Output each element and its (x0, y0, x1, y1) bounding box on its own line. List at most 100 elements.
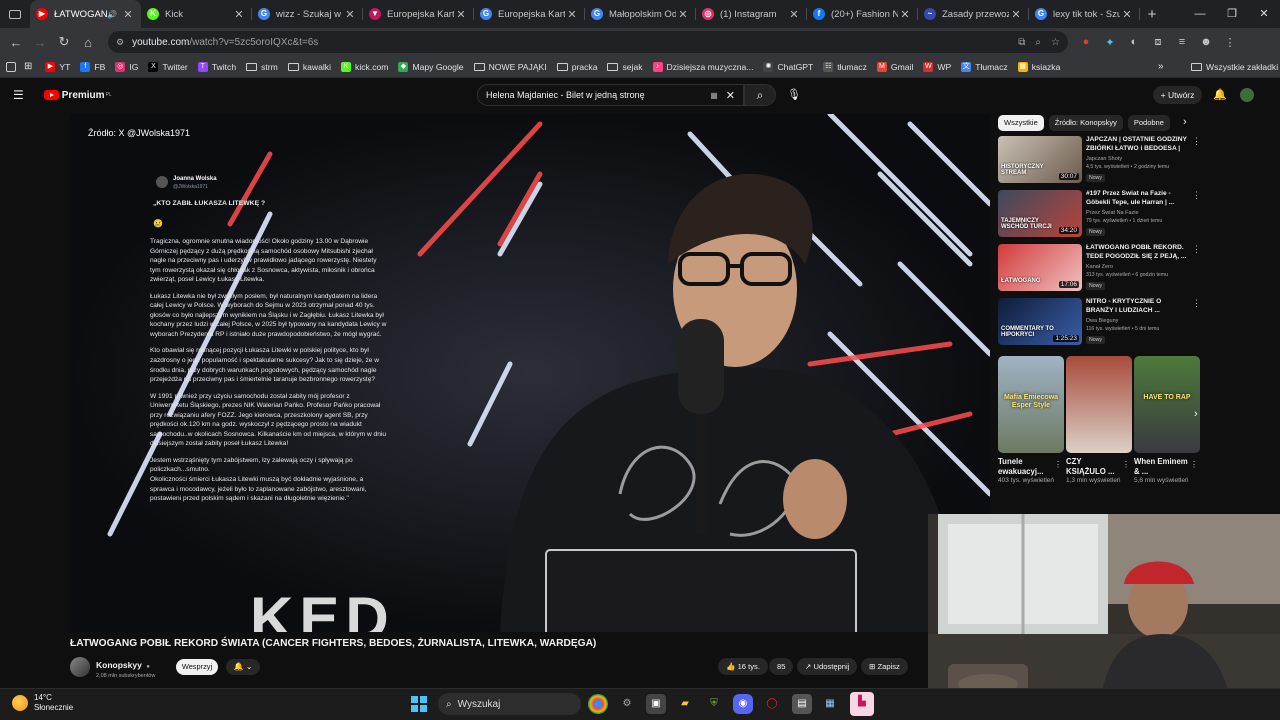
channel-name-wrap[interactable]: Konopskyy ● (96, 655, 155, 673)
subscription-bell-button[interactable]: 🔔 ⌄ (226, 659, 260, 675)
short-video[interactable]: CZY KSIĄŻULO ... 1,3 mln wyświetleń ⋮ (1066, 356, 1132, 485)
record-extension-icon[interactable]: ● (1074, 36, 1098, 49)
more-actions-icon[interactable]: ⋮ (1190, 460, 1198, 469)
video-title[interactable]: #197 Przez Świat na Fazie - Göbekli Tepe… (1086, 190, 1188, 207)
new-tab-button[interactable]: + (1140, 6, 1164, 23)
more-actions-icon[interactable]: ⋮ (1122, 460, 1130, 469)
tab-search-button[interactable] (0, 9, 30, 19)
bookmark-gmail[interactable]: M Gmail (872, 61, 918, 72)
home-icon[interactable]: ⌂ (76, 35, 100, 50)
browser-tab[interactable]: ▼ Europejska Karta ✕ (363, 0, 474, 28)
more-actions-icon[interactable]: ⋮ (1192, 190, 1201, 201)
profile-icon[interactable]: ☻ (1194, 36, 1218, 49)
bookmark-dzisiejsza-muzyczna-[interactable]: ♪ Dzisiejsza muzyczna... (648, 61, 759, 72)
save-button[interactable]: ⊞ Zapisz (861, 658, 908, 675)
app-icon[interactable]: ▤ (792, 694, 812, 714)
short-title[interactable]: Tunele ewakuacyj... (998, 457, 1054, 477)
bookmark-yt[interactable]: ▶ YT (40, 61, 75, 72)
chip-1[interactable]: Źródło: Konopskyy (1048, 115, 1123, 131)
youtube-logo[interactable]: Premium PL (34, 90, 112, 101)
video-thumbnail[interactable]: COMMENTARY TO HIPOKRYCI 1:25:23 (998, 298, 1082, 345)
channel-name[interactable]: Kanał Zero (1086, 264, 1113, 270)
chip-2[interactable]: Podobne (1127, 115, 1170, 131)
app-icon-2[interactable]: ▦ (820, 694, 840, 714)
channel-avatar[interactable] (70, 657, 90, 677)
recommended-video[interactable]: COMMENTARY TO HIPOKRYCI 1:25:23 NITRO - KR… (998, 298, 1201, 348)
back-icon[interactable]: ← (4, 35, 28, 50)
tab-close-icon[interactable]: ✕ (232, 8, 246, 21)
browser-tab[interactable]: ~ Zasady przewozu✕ (918, 0, 1029, 28)
short-title[interactable]: When Eminem & ... (1134, 457, 1190, 477)
browser-tab[interactable]: ▶ ŁATWOGANG🔊 ✕ (30, 0, 141, 28)
apps-grid-icon[interactable]: ⊞ (24, 61, 32, 72)
recommended-video[interactable]: TAJEMNICZY WSCHÓD TURCJI 34:20 #197 Przez … (998, 190, 1201, 240)
bookmark-nowe-paj-ki[interactable]: NOWE PAJĄKI (469, 62, 552, 72)
browser-tab[interactable]: Gwizz - Szukaj w Go✕ (252, 0, 363, 28)
chips-next-icon[interactable]: › (1183, 116, 1187, 128)
tab-close-icon[interactable]: ✕ (454, 8, 468, 21)
browser-tab[interactable]: G Małopolskim Odd ✕ (585, 0, 696, 28)
short-thumbnail[interactable]: HAVE TO RAP (1134, 356, 1200, 453)
bookmark-fb[interactable]: f FB (75, 61, 110, 72)
browser-tab[interactable]: G Europejska Karta ✕ (474, 0, 585, 28)
more-actions-icon[interactable]: ⋮ (1054, 460, 1062, 469)
clear-search-icon[interactable]: ✕ (726, 89, 735, 102)
channel-name[interactable]: Dwa Bieguny (1086, 318, 1118, 324)
photos-app-icon[interactable]: ▣ (646, 694, 666, 714)
extension-icon[interactable]: ✦ (1098, 36, 1122, 49)
recommended-video[interactable]: ŁATWOGANG 17:06 ŁATWOGANG POBIŁ REKORD. TE… (998, 244, 1201, 294)
close-window-icon[interactable]: ✕ (1248, 0, 1280, 28)
recommended-video[interactable]: HISTORYCZNY STREAM 30:07 JAPCZAN | OSTATNI… (998, 136, 1201, 186)
minimize-icon[interactable]: — (1184, 0, 1216, 28)
tab-close-icon[interactable]: ✕ (1009, 8, 1023, 21)
shorts-next-icon[interactable]: › (1194, 408, 1198, 420)
create-button[interactable]: + Utwórz (1153, 86, 1202, 104)
bookmark-t-umacz[interactable]: 文 Tłumacz (956, 61, 1012, 72)
vpn-extension-icon[interactable]: ◐ (1122, 36, 1146, 49)
taskbar-search[interactable]: ⌕ Wyszukaj (438, 693, 581, 715)
keyboard-icon[interactable]: ▦ (710, 91, 718, 100)
weather-widget[interactable]: 14°C Słonecznie (12, 693, 73, 713)
snipping-tool-icon[interactable]: ▙ (850, 692, 874, 716)
forward-icon[interactable]: → (28, 35, 52, 50)
reload-icon[interactable]: ↻ (52, 34, 76, 50)
like-button[interactable]: 👍 16 tys. (718, 658, 768, 675)
address-bar[interactable]: ⚙ youtube.com/watch?v=5zc5oroIQXc&t=6s ⧉… (108, 31, 1068, 53)
bookmark-t-umacz[interactable]: ☷ tłumacz (818, 61, 872, 72)
opera-icon[interactable]: ◯ (762, 694, 782, 714)
bookmark-ig[interactable]: ◎ IG (110, 61, 143, 72)
short-title[interactable]: CZY KSIĄŻULO ... (1066, 457, 1122, 477)
bookmark-ksiazka[interactable]: ▦ ksiazka (1013, 61, 1066, 72)
tab-close-icon[interactable]: ✕ (676, 8, 690, 21)
bookmark-kawalki[interactable]: kawalki (283, 62, 336, 72)
file-explorer-icon[interactable]: ▰ (675, 694, 695, 714)
chrome-icon[interactable] (588, 694, 608, 714)
tab-close-icon[interactable]: ✕ (898, 8, 912, 21)
tab-close-icon[interactable]: ✕ (121, 8, 135, 21)
notifications-bell-icon[interactable]: 🔔 (1213, 88, 1227, 101)
video-title[interactable]: NITRO - KRYTYCZNIE O BRANŻY I LUDZIACH .… (1086, 298, 1188, 315)
share-button[interactable]: ↗ Udostępnij (797, 658, 858, 675)
site-info-icon[interactable]: ⚙ (116, 37, 124, 48)
extensions-puzzle-icon[interactable]: ⧈ (1146, 36, 1170, 49)
browser-tab[interactable]: f (20+) Fashion Nig✕ (807, 0, 918, 28)
bookmark-wp[interactable]: W WP (918, 61, 956, 72)
tab-close-icon[interactable]: ✕ (1120, 8, 1134, 21)
video-thumbnail[interactable]: TAJEMNICZY WSCHÓD TURCJI 34:20 (998, 190, 1082, 237)
hamburger-menu-icon[interactable]: ☰ (13, 88, 24, 102)
voice-search-button[interactable]: 🎙 (784, 84, 804, 106)
menu-kebab-icon[interactable]: ⋮ (1218, 36, 1242, 49)
discord-icon[interactable]: ◉ (733, 694, 753, 714)
zoom-icon[interactable]: ⌕ (1035, 37, 1041, 48)
all-bookmarks-folder[interactable]: Wszystkie zakładki (1186, 62, 1280, 72)
media-control-icon[interactable]: ≡ (1170, 36, 1194, 49)
bookmark-twitch[interactable]: T Twitch (193, 61, 241, 72)
browser-tab[interactable]: ◎ (1) Instagram ✕ (696, 0, 807, 28)
bookmark-chatgpt[interactable]: ✺ ChatGPT (758, 61, 818, 72)
channel-name[interactable]: Przez Świat Na Fazie (1086, 210, 1139, 216)
more-actions-icon[interactable]: ⋮ (1192, 244, 1201, 255)
search-button[interactable]: ⌕ (744, 84, 776, 106)
restore-icon[interactable]: ❐ (1216, 0, 1248, 28)
video-title[interactable]: JAPCZAN | OSTATNIE GODZINY ZBIÓRKI ŁATWO… (1086, 136, 1188, 153)
bookmark-star-icon[interactable]: ☆ (1051, 37, 1060, 48)
